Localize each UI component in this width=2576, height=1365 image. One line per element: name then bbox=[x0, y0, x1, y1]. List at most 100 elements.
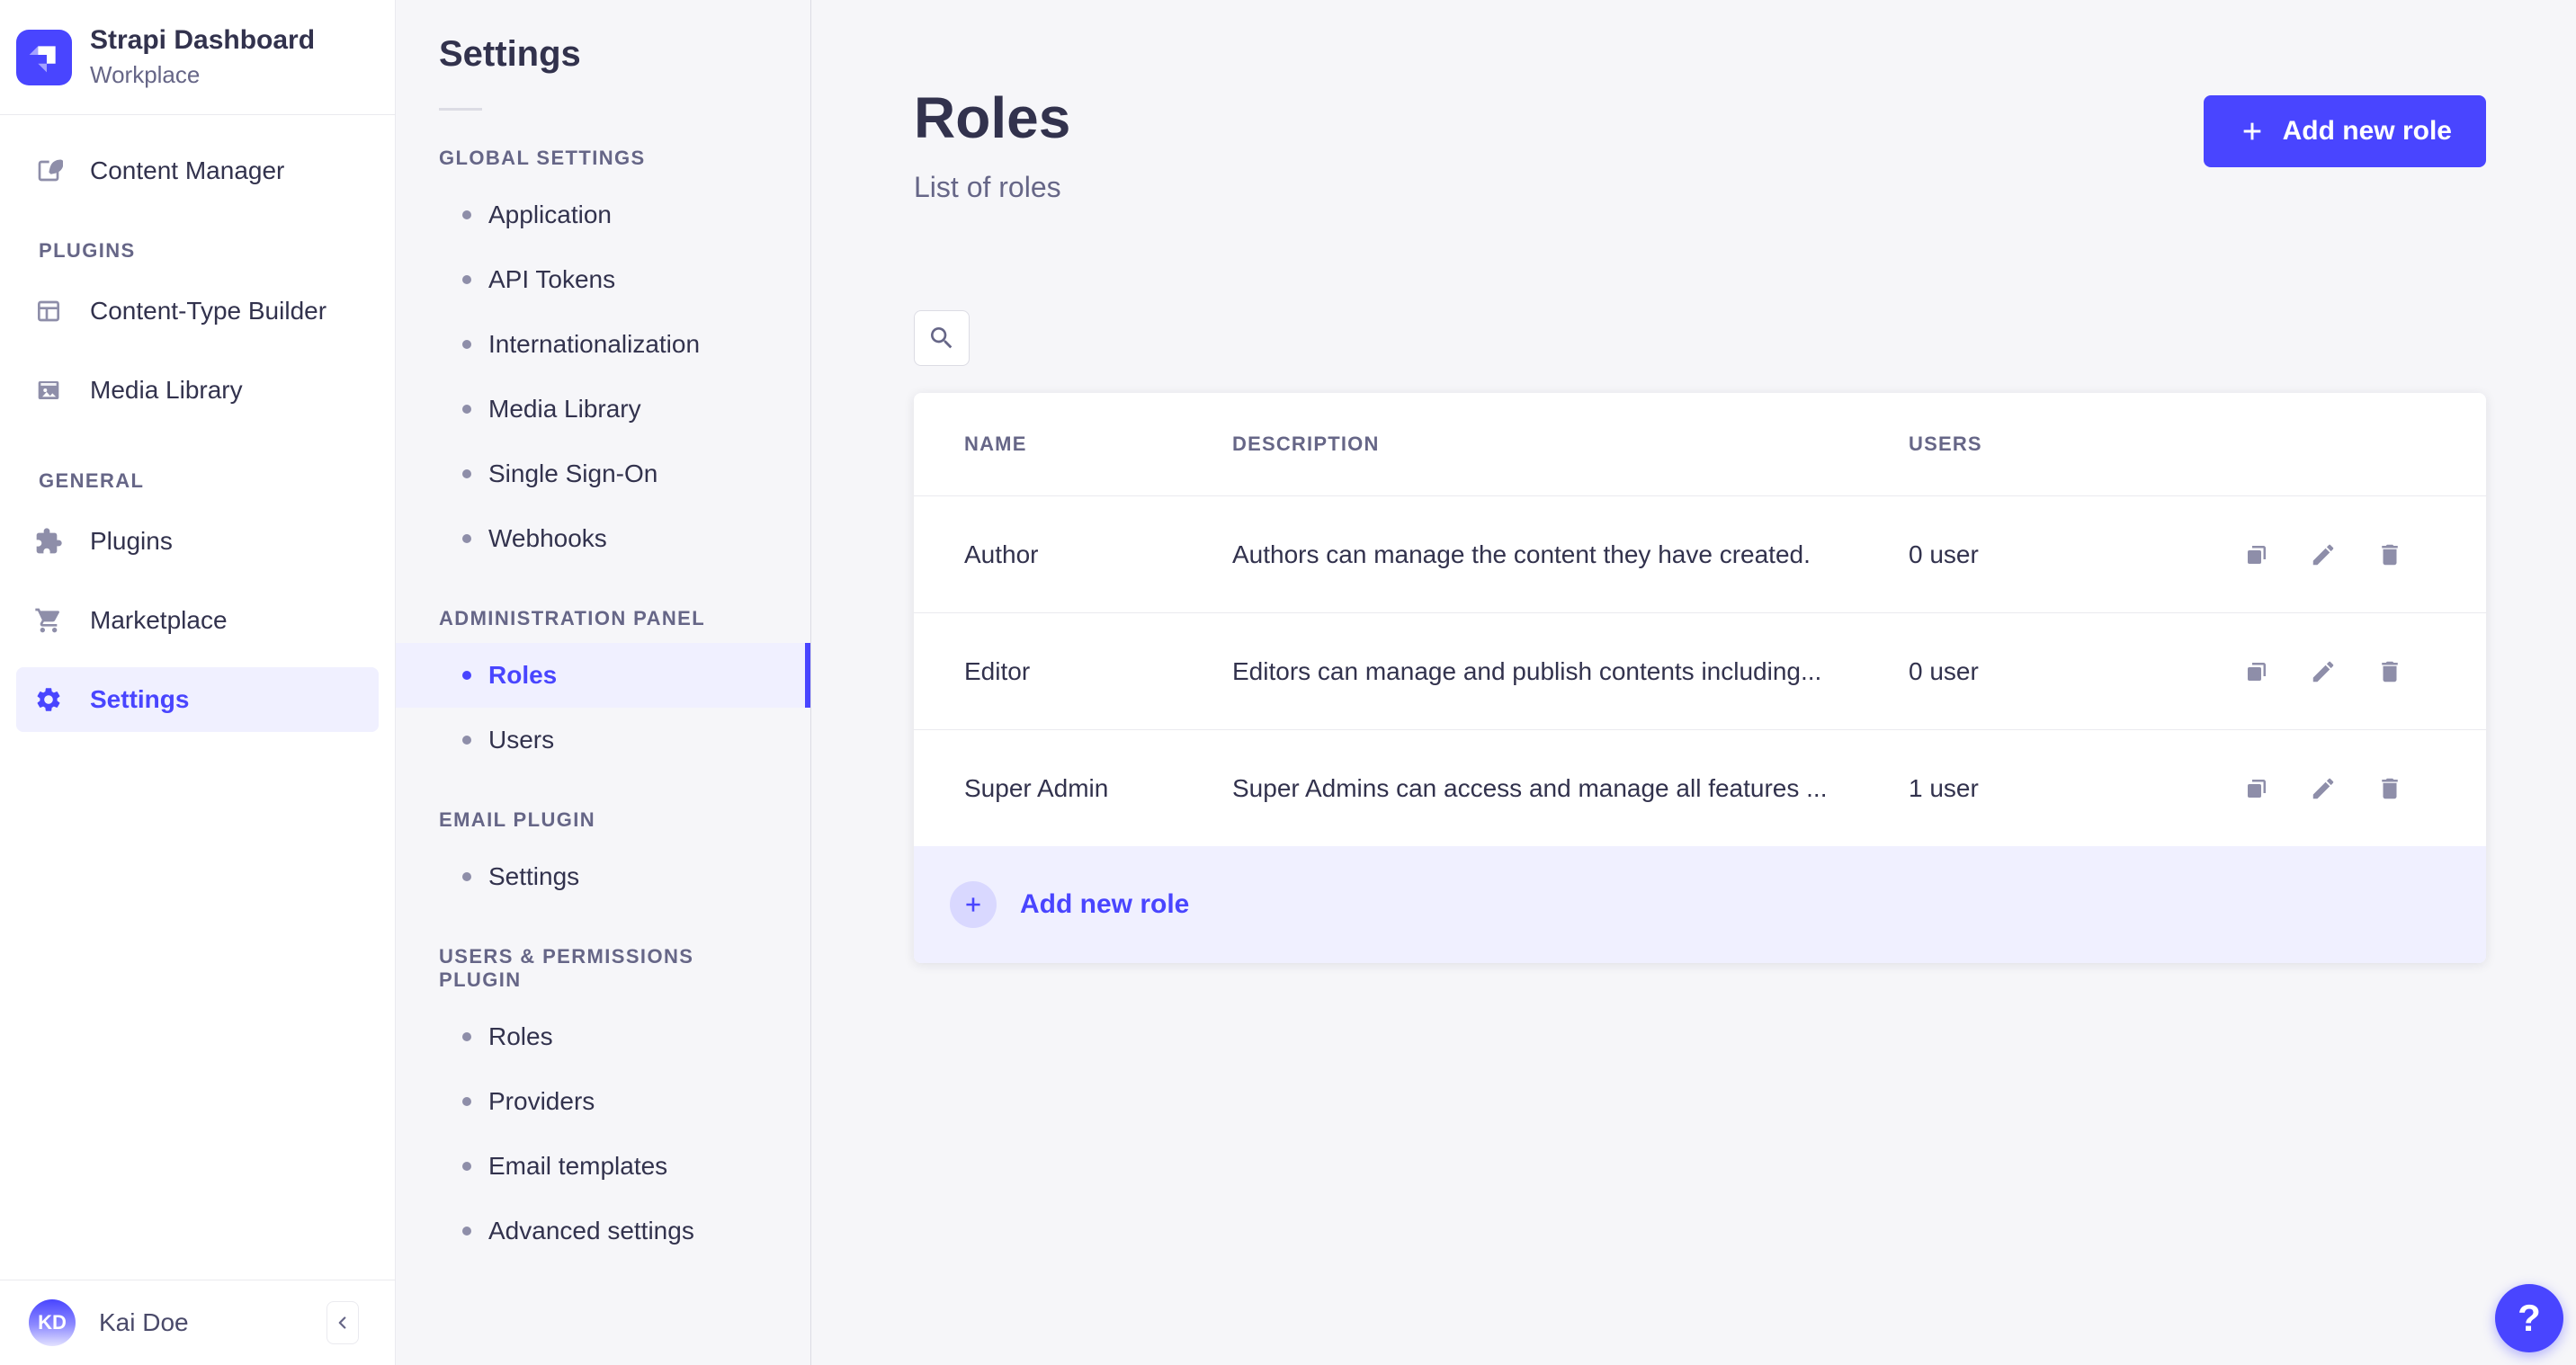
table-row-author[interactable]: Author Authors can manage the content th… bbox=[914, 495, 2486, 612]
table-header-description: DESCRIPTION bbox=[1232, 433, 1380, 456]
delete-button[interactable] bbox=[2376, 658, 2403, 685]
cell-users: 0 user bbox=[1909, 656, 1979, 685]
add-new-role-button[interactable]: Add new role bbox=[2203, 95, 2486, 167]
trash-icon bbox=[2376, 775, 2403, 802]
table-header-row: NAME DESCRIPTION USERS bbox=[914, 393, 2486, 495]
table-header-name: NAME bbox=[964, 433, 1027, 456]
cell-description: Super Admins can access and manage all f… bbox=[1232, 773, 1828, 802]
sidebar-item-settings[interactable]: Settings bbox=[16, 667, 379, 732]
subnav-section-title: GLOBAL SETTINGS bbox=[439, 147, 646, 169]
workspace-block: Strapi Dashboard Workplace bbox=[0, 0, 395, 115]
subnav-divider bbox=[439, 108, 482, 111]
strapi-logo-icon bbox=[16, 29, 72, 85]
trash-icon bbox=[2376, 658, 2403, 685]
sidebar-item-label: Media Library bbox=[90, 376, 243, 404]
app-subtitle: Workplace bbox=[90, 60, 201, 88]
subnav-item-api-tokens[interactable]: API Tokens bbox=[439, 247, 767, 312]
subnav-item-email-settings[interactable]: Settings bbox=[439, 844, 767, 909]
table-row-editor[interactable]: Editor Editors can manage and publish co… bbox=[914, 612, 2486, 729]
gear-icon bbox=[34, 685, 63, 714]
subnav-section-title: ADMINISTRATION PANEL bbox=[439, 607, 706, 629]
cart-icon bbox=[34, 606, 63, 635]
sidebar-item-label: Marketplace bbox=[90, 606, 228, 634]
settings-subnav: Settings GLOBAL SETTINGS Application API… bbox=[396, 0, 811, 1365]
table-header-users: USERS bbox=[1909, 433, 1982, 456]
feather-icon bbox=[34, 156, 63, 185]
sidebar-item-media-library[interactable]: Media Library bbox=[16, 358, 379, 423]
edit-button[interactable] bbox=[2310, 658, 2337, 685]
subnav-item-single-sign-on[interactable]: Single Sign-On bbox=[439, 442, 767, 506]
add-new-role-label: Add new role bbox=[2282, 116, 2452, 146]
subnav-item-admin-roles[interactable]: Roles bbox=[396, 643, 810, 708]
page-header: Roles List of roles Add new role bbox=[914, 0, 2486, 204]
edit-button[interactable] bbox=[2310, 775, 2337, 802]
main-sidebar: Strapi Dashboard Workplace Content Manag… bbox=[0, 0, 396, 1365]
subnav-section-title: USERS & PERMISSIONS PLUGIN bbox=[439, 945, 694, 991]
cell-description: Authors can manage the content they have… bbox=[1232, 540, 1811, 568]
edit-button[interactable] bbox=[2310, 541, 2337, 568]
subnav-item-providers[interactable]: Providers bbox=[439, 1069, 767, 1134]
subnav-item-email-templates[interactable]: Email templates bbox=[439, 1134, 767, 1199]
delete-button[interactable] bbox=[2376, 541, 2403, 568]
subnav-title: Settings bbox=[439, 34, 581, 74]
sidebar-item-label: Plugins bbox=[90, 527, 173, 555]
subnav-item-application[interactable]: Application bbox=[439, 183, 767, 247]
subnav-section-title: EMAIL PLUGIN bbox=[439, 808, 596, 831]
subnav-item-up-roles[interactable]: Roles bbox=[439, 1004, 767, 1069]
question-mark-icon: ? bbox=[2518, 1297, 2541, 1339]
cell-name: Super Admin bbox=[964, 773, 1109, 802]
plus-icon bbox=[2238, 117, 2267, 146]
sidebar-footer: KD Kai Doe bbox=[0, 1280, 395, 1365]
roles-table: NAME DESCRIPTION USERS Author Authors ca… bbox=[914, 393, 2486, 964]
layout-icon bbox=[34, 297, 63, 326]
sidebar-item-label: Content-Type Builder bbox=[90, 297, 327, 325]
sidebar-item-content-manager[interactable]: Content Manager bbox=[16, 138, 379, 203]
avatar: KD bbox=[29, 1299, 76, 1346]
subnav-item-internationalization[interactable]: Internationalization bbox=[439, 312, 767, 377]
app-title: Strapi Dashboard bbox=[90, 25, 316, 56]
table-row-super-admin[interactable]: Super Admin Super Admins can access and … bbox=[914, 729, 2486, 846]
subnav-section-administration-panel: ADMINISTRATION PANEL Roles Users bbox=[396, 607, 810, 772]
pencil-icon bbox=[2310, 775, 2337, 802]
duplicate-button[interactable] bbox=[2243, 658, 2270, 685]
subnav-section-email-plugin: EMAIL PLUGIN Settings bbox=[439, 808, 767, 909]
sidebar-section-general: GENERAL bbox=[39, 469, 145, 492]
duplicate-icon bbox=[2243, 775, 2270, 802]
collapse-sidebar-button[interactable] bbox=[326, 1301, 359, 1344]
plus-circle-icon bbox=[950, 881, 997, 929]
sidebar-item-label: Content Manager bbox=[90, 156, 285, 184]
pencil-icon bbox=[2310, 541, 2337, 568]
subnav-item-advanced-settings[interactable]: Advanced settings bbox=[439, 1199, 767, 1263]
trash-icon bbox=[2376, 541, 2403, 568]
add-new-role-row[interactable]: Add new role bbox=[914, 846, 2486, 964]
sidebar-section-plugins: PLUGINS bbox=[39, 239, 136, 262]
sidebar-nav: Content Manager PLUGINS Content-Type Bui… bbox=[0, 115, 395, 732]
user-menu[interactable]: KD Kai Doe bbox=[29, 1299, 326, 1346]
cell-name: Author bbox=[964, 540, 1039, 568]
add-new-role-row-label: Add new role bbox=[1020, 889, 1190, 920]
duplicate-button[interactable] bbox=[2243, 775, 2270, 802]
cell-users: 0 user bbox=[1909, 540, 1979, 568]
cell-name: Editor bbox=[964, 656, 1031, 685]
sidebar-item-content-type-builder[interactable]: Content-Type Builder bbox=[16, 279, 379, 343]
page-subtitle: List of roles bbox=[914, 171, 1061, 204]
image-icon bbox=[34, 376, 63, 405]
search-button[interactable] bbox=[914, 310, 970, 367]
subnav-section-users-permissions-plugin: USERS & PERMISSIONS PLUGIN Roles Provide… bbox=[439, 945, 767, 1263]
subnav-item-admin-users[interactable]: Users bbox=[439, 708, 767, 772]
page-title: Roles bbox=[914, 85, 1071, 150]
user-name: Kai Doe bbox=[99, 1308, 189, 1336]
sidebar-item-marketplace[interactable]: Marketplace bbox=[16, 588, 379, 653]
help-button[interactable]: ? bbox=[2495, 1284, 2563, 1352]
subnav-section-global-settings: GLOBAL SETTINGS Application API Tokens I… bbox=[439, 147, 767, 571]
cell-users: 1 user bbox=[1909, 773, 1979, 802]
duplicate-icon bbox=[2243, 658, 2270, 685]
delete-button[interactable] bbox=[2376, 775, 2403, 802]
main-content: Roles List of roles Add new role NAME DE… bbox=[811, 0, 2576, 1365]
subnav-item-media-library[interactable]: Media Library bbox=[439, 377, 767, 442]
sidebar-item-plugins[interactable]: Plugins bbox=[16, 509, 379, 574]
puzzle-icon bbox=[34, 527, 63, 556]
search-icon bbox=[927, 324, 956, 352]
subnav-item-webhooks[interactable]: Webhooks bbox=[439, 506, 767, 571]
duplicate-button[interactable] bbox=[2243, 541, 2270, 568]
